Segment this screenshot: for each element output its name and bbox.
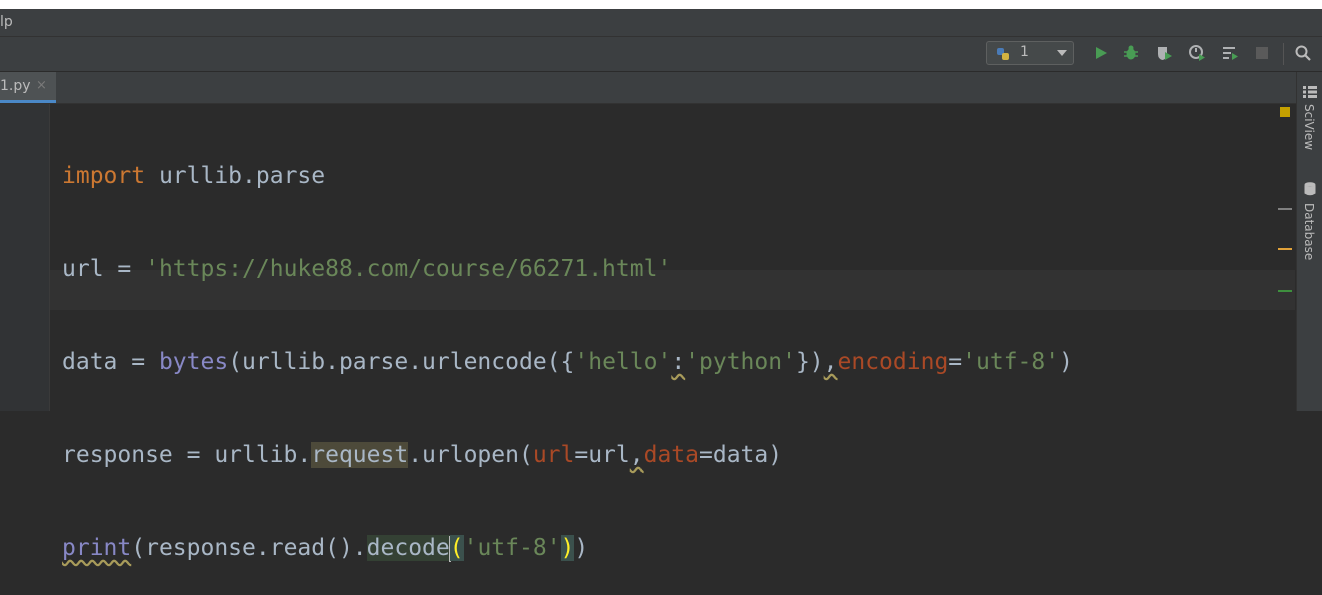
coverage-icon[interactable] — [1155, 44, 1173, 62]
scroll-marker[interactable] — [1278, 290, 1292, 292]
run-icon[interactable] — [1092, 44, 1110, 62]
menu-bar: lp — [0, 9, 1322, 37]
scroll-marker[interactable] — [1278, 208, 1292, 210]
run-configuration-select[interactable]: 1 — [986, 41, 1074, 65]
concurrency-icon[interactable] — [1221, 44, 1239, 62]
code-line: url = 'https://huke88.com/course/66271.h… — [62, 256, 672, 282]
editor-tab-bar: 1.py × — [0, 72, 1296, 104]
code-line: import urllib.parse — [62, 163, 326, 189]
chevron-down-icon — [1057, 50, 1067, 56]
tool-window-sciview[interactable]: SciView — [1302, 104, 1316, 150]
code-content: import urllib.parse url = 'https://huke8… — [62, 104, 1073, 595]
profile-icon[interactable] — [1188, 44, 1206, 62]
code-line: data = bytes(urllib.parse.urlencode({'he… — [62, 349, 1073, 375]
code-line: response = urllib.request.urlopen(url=ur… — [62, 442, 783, 468]
tool-window-database[interactable]: Database — [1302, 203, 1316, 260]
warning-indicator-icon[interactable] — [1280, 107, 1290, 117]
toolbar: 1 — [0, 37, 1322, 72]
line-gutter — [0, 104, 50, 411]
close-icon[interactable]: × — [36, 78, 47, 93]
menu-item-help[interactable]: lp — [0, 9, 13, 36]
python-icon — [997, 48, 1009, 60]
run-configuration-label: 1 — [1020, 44, 1029, 60]
window-top-strip — [0, 0, 1322, 9]
scroll-marker[interactable] — [1278, 248, 1292, 250]
right-tool-window-bar: SciView Database — [1296, 72, 1322, 411]
tab-1-py[interactable]: 1.py × — [0, 72, 56, 103]
tab-label: 1.py — [0, 78, 31, 94]
search-icon[interactable] — [1294, 44, 1312, 62]
database-icon — [1304, 182, 1316, 196]
sciview-icon — [1303, 86, 1317, 98]
code-line: print(response.read().decode('utf-8')) — [62, 535, 589, 562]
stop-icon[interactable] — [1253, 44, 1271, 62]
debug-icon[interactable] — [1122, 44, 1140, 62]
toolbar-separator — [1283, 43, 1284, 65]
